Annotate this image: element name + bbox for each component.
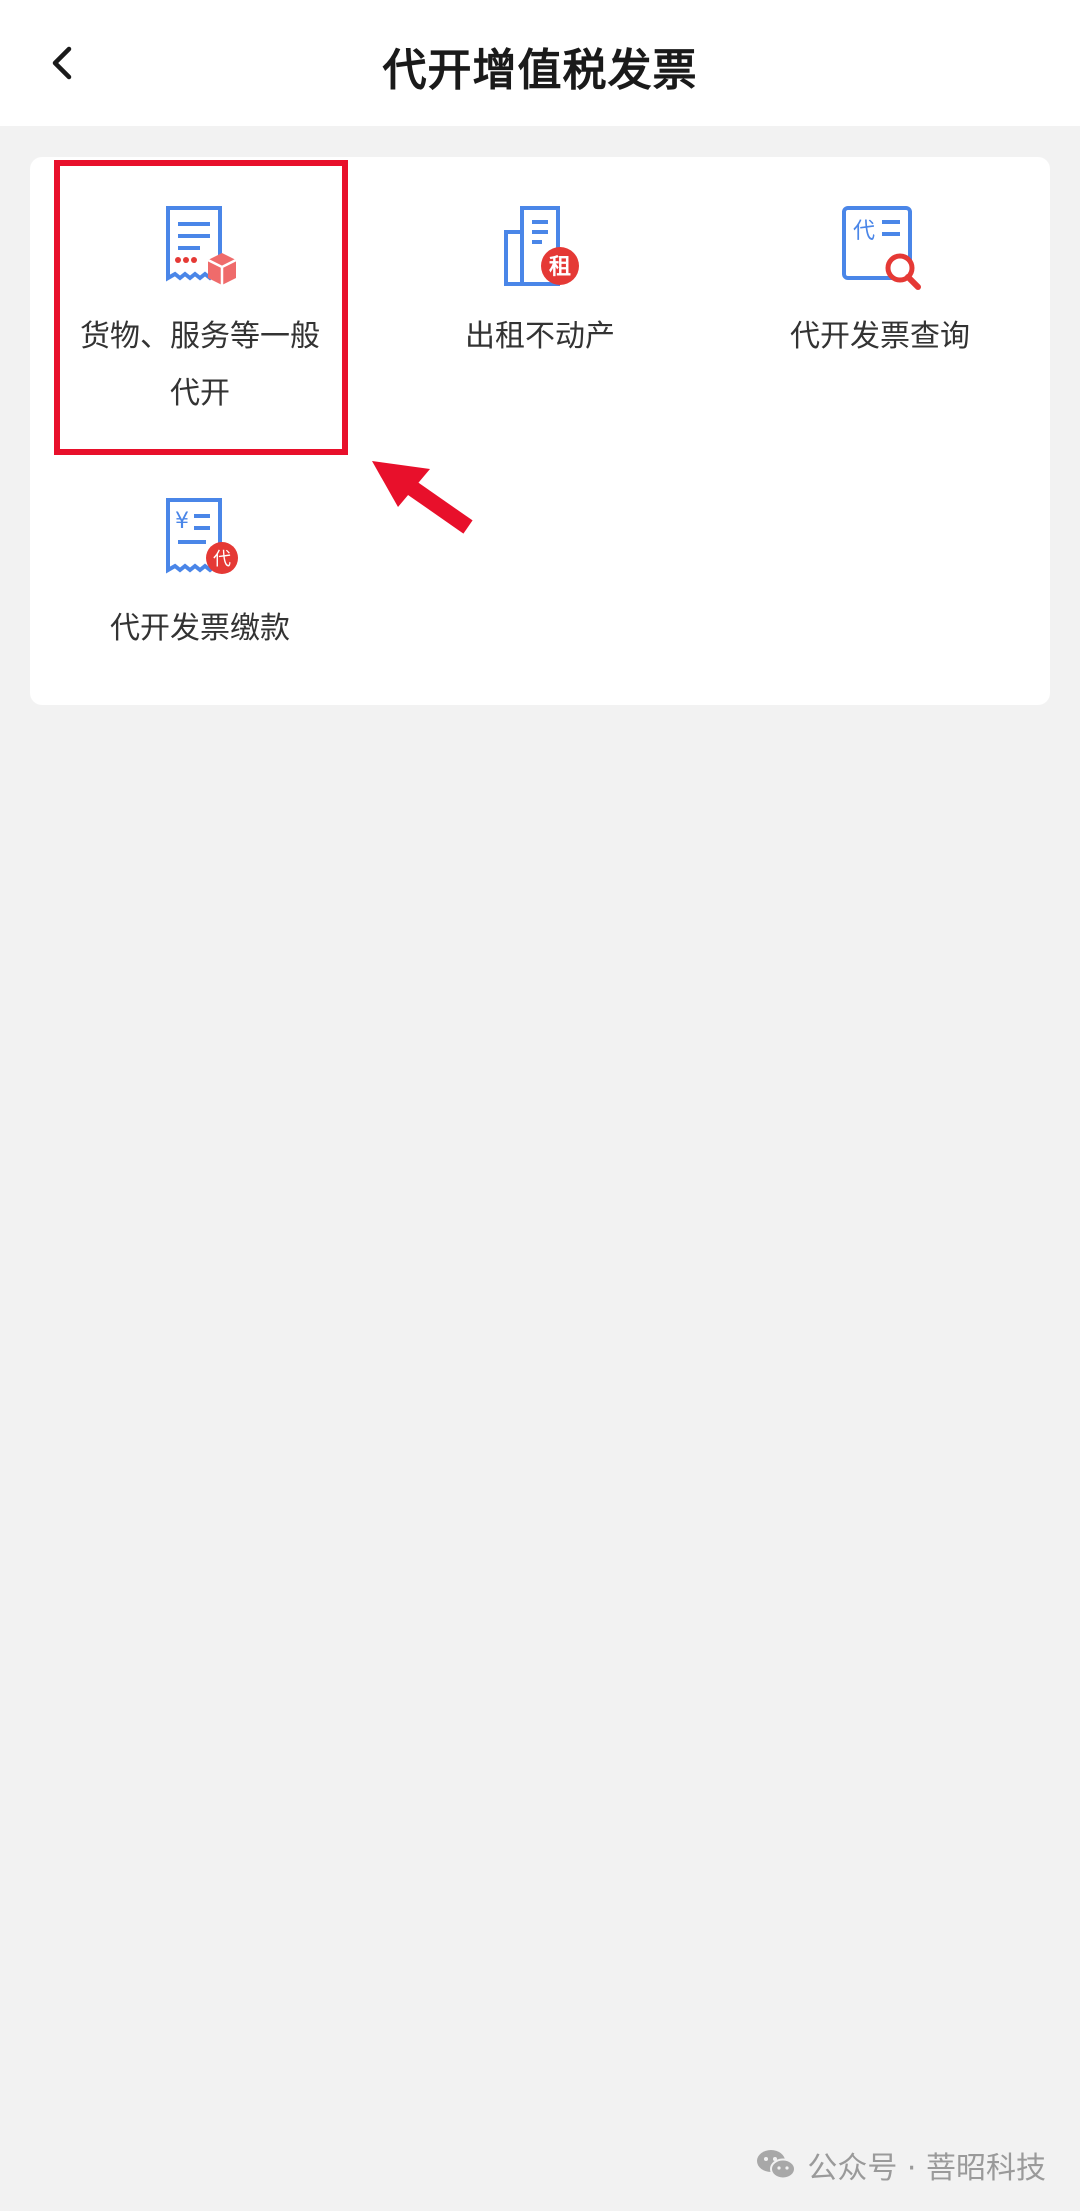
tile-invoice-query[interactable]: 代 代开发票查询 xyxy=(710,198,1050,365)
invoice-payment-icon: ¥ 代 xyxy=(166,498,238,575)
pointer-arrow-icon xyxy=(372,461,473,534)
tile-label: 出租不动产 xyxy=(465,319,615,354)
svg-text:代: 代 xyxy=(213,549,231,570)
top-bar: 代开增值税发票 xyxy=(0,0,1080,126)
watermark-text: 公众号 · 菩昭科技 xyxy=(807,2151,1046,2186)
svg-text:租: 租 xyxy=(549,255,571,280)
tile-goods-services-invoice[interactable]: 货物、服务等一般代开 xyxy=(30,198,370,422)
tile-label: 代开发票查询 xyxy=(790,319,970,354)
watermark: 公众号 · 菩昭科技 xyxy=(755,2143,1046,2187)
tile-label: 代开发票缴款 xyxy=(110,611,290,646)
receipt-box-icon xyxy=(166,206,237,285)
building-rent-icon: 租 xyxy=(504,206,579,286)
invoice-search-icon: 代 xyxy=(842,206,921,290)
tile-rent-property[interactable]: 租 出租不动产 xyxy=(370,198,710,365)
svg-text:代: 代 xyxy=(853,219,875,244)
tile-label: 货物、服务等一般代开 xyxy=(80,319,320,411)
svg-text:¥: ¥ xyxy=(175,509,189,534)
tile-invoice-payment[interactable]: ¥ 代 代开发票缴款 xyxy=(30,490,370,657)
wechat-icon xyxy=(757,2150,797,2180)
page-title: 代开增值税发票 xyxy=(382,45,698,96)
